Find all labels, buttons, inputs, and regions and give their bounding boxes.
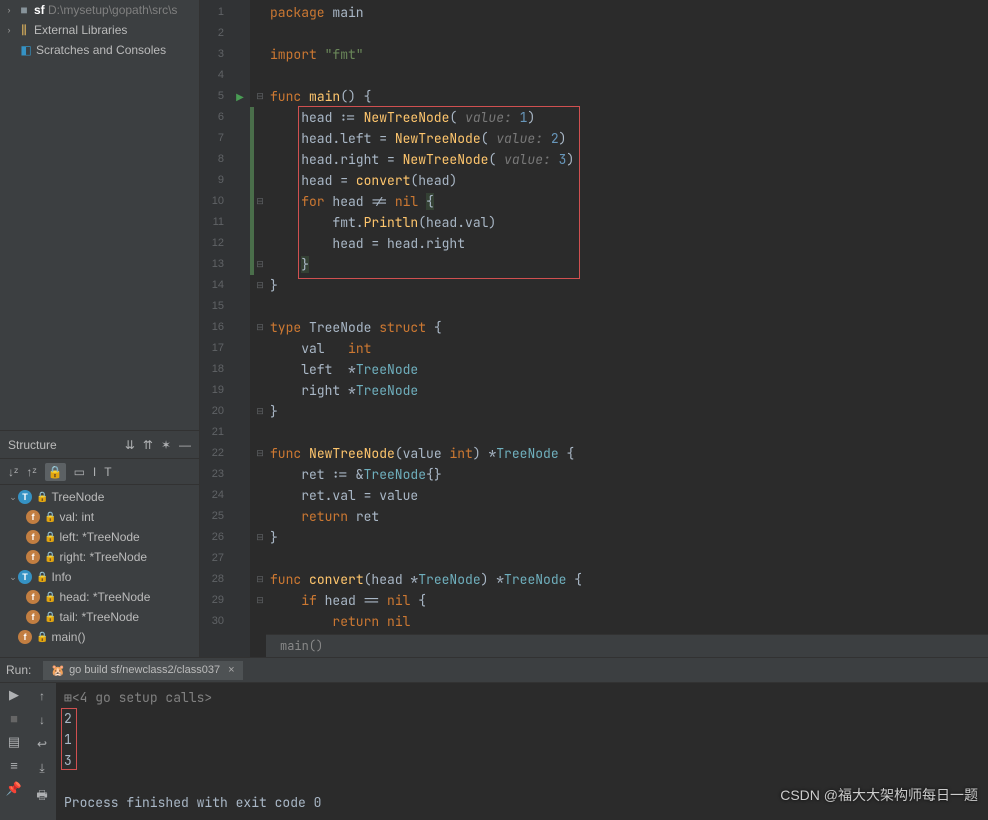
run-tab[interactable]: 🐹 go build sf/newclass2/class037 × [43,661,242,680]
chevron-right-icon[interactable]: › [4,5,14,15]
structure-field[interactable]: f 🔒 right: *TreeNode [4,547,195,567]
structure-tools: ⇊ ⇈ ✶ — [125,438,191,452]
project-root[interactable]: › ■ sf D:\mysetup\gopath\src\s [0,0,199,20]
go-icon: 🐹 [51,664,65,677]
minimize-icon[interactable]: — [179,438,191,452]
expand-icon[interactable]: ⊞ [64,689,72,706]
line-number-gutter[interactable]: 123 456 789 101112 131415 161718 192021 … [200,0,230,657]
field-icon: f [26,590,40,604]
library-icon: ⫼ [16,23,32,38]
print-icon[interactable]: 🖶 [36,786,47,807]
type-icon: T [18,490,32,504]
show-private-icon[interactable]: 🔒 [45,463,66,481]
folder-filter-icon[interactable]: ▭ [74,465,85,479]
run-marker-gutter[interactable]: ▶ [230,0,250,657]
field-icon: f [26,510,40,524]
project-root-path: D:\mysetup\gopath\src\s [48,3,177,17]
stop-icon[interactable]: ■ [10,711,18,726]
chevron-down-icon[interactable]: ⌄ [8,572,18,583]
structure-field[interactable]: f 🔒 head: *TreeNode [4,587,195,607]
up-icon[interactable]: ↑ [39,689,45,703]
type-filter-icon[interactable]: T [104,465,111,479]
console-output: 3 [64,750,980,771]
field-icon: f [26,550,40,564]
watermark: CSDN @福大大架构师每日一题 [780,785,978,805]
lock-icon: 🔒 [44,512,56,523]
console-output: 1 [64,729,980,750]
down-icon[interactable]: ↓ [39,713,45,727]
structure-tree: ⌄ T 🔒 TreeNode f 🔒 val: int f 🔒 left: *T… [0,485,199,649]
lock-icon: 🔒 [36,492,48,503]
structure-panel: Structure ⇊ ⇈ ✶ — ↓ᶻ ↑ᶻ 🔒 ▭ I T ⌄ T 🔒 Tr… [0,430,200,657]
console-output: 2 [64,708,980,729]
run-header: Run: 🐹 go build sf/newclass2/class037 × [0,658,988,683]
run-label: Run: [6,663,31,677]
play-icon[interactable]: ▶ [9,687,19,703]
external-libraries-label: External Libraries [34,23,127,37]
structure-title: Structure [8,438,57,452]
sort-up-icon[interactable]: ↑ᶻ [26,465,36,479]
interface-filter-icon[interactable]: I [93,465,96,479]
structure-field[interactable]: f 🔒 val: int [4,507,195,527]
scratches-consoles[interactable]: ◧ Scratches and Consoles [0,40,199,60]
scroll-to-end-icon[interactable]: ⤓ [39,761,44,776]
wrap-icon[interactable]: ↩ [37,737,47,751]
collapse-all-icon[interactable]: ⇈ [143,438,153,452]
pin-icon[interactable]: 📌 [6,781,22,797]
structure-header: Structure ⇊ ⇈ ✶ — [0,431,199,459]
scratches-label: Scratches and Consoles [36,43,166,57]
chevron-down-icon[interactable]: ⌄ [8,492,18,503]
expand-all-icon[interactable]: ⇊ [125,438,135,452]
run-arrow-icon[interactable]: ▶ [236,92,244,103]
folder-icon: ■ [16,3,32,17]
structure-filter-toolbar: ↓ᶻ ↑ᶻ 🔒 ▭ I T [0,459,199,485]
run-toolbar-secondary: ↑ ↓ ↩ ⤓ 🖶 [28,683,56,820]
lock-icon: 🔒 [44,552,56,563]
lock-icon: 🔒 [44,532,56,543]
layout-icon[interactable]: ▤ [8,734,20,750]
run-toolbar-primary: ▶ ■ ▤ ≡ 📌 [0,683,28,820]
sort-down-icon[interactable]: ↓ᶻ [8,465,18,479]
code-editor[interactable]: 123 456 789 101112 131415 161718 192021 … [200,0,988,657]
field-icon: f [26,610,40,624]
close-icon[interactable]: × [228,664,234,676]
editor-breadcrumb[interactable]: main() [266,634,988,657]
gear-icon[interactable]: ✶ [161,438,171,452]
structure-func-main[interactable]: f 🔒 main() [4,627,195,647]
func-icon: f [18,630,32,644]
lock-icon: 🔒 [36,572,48,583]
code-area[interactable]: package main import "fmt" func main() { … [266,0,988,657]
scratch-icon: ◧ [18,43,34,57]
structure-node-info[interactable]: ⌄ T 🔒 Info [4,567,195,587]
structure-field[interactable]: f 🔒 tail: *TreeNode [4,607,195,627]
project-panel: › ■ sf D:\mysetup\gopath\src\s › ⫼ Exter… [0,0,200,430]
run-tab-label: go build sf/newclass2/class037 [69,664,220,676]
type-icon: T [18,570,32,584]
lock-icon: 🔒 [36,632,48,643]
filter-icon[interactable]: ≡ [10,758,18,773]
chevron-right-icon[interactable]: › [4,25,14,35]
fold-gutter[interactable]: ⊟ ⊟ ⊟⊟ ⊟ ⊟ ⊟ ⊟ ⊟⊟ [254,0,266,657]
lock-icon: 🔒 [44,612,56,623]
structure-node-treenode[interactable]: ⌄ T 🔒 TreeNode [4,487,195,507]
external-libraries[interactable]: › ⫼ External Libraries [0,20,199,40]
lock-icon: 🔒 [44,592,56,603]
structure-field[interactable]: f 🔒 left: *TreeNode [4,527,195,547]
project-root-name: sf [34,3,45,17]
field-icon: f [26,530,40,544]
